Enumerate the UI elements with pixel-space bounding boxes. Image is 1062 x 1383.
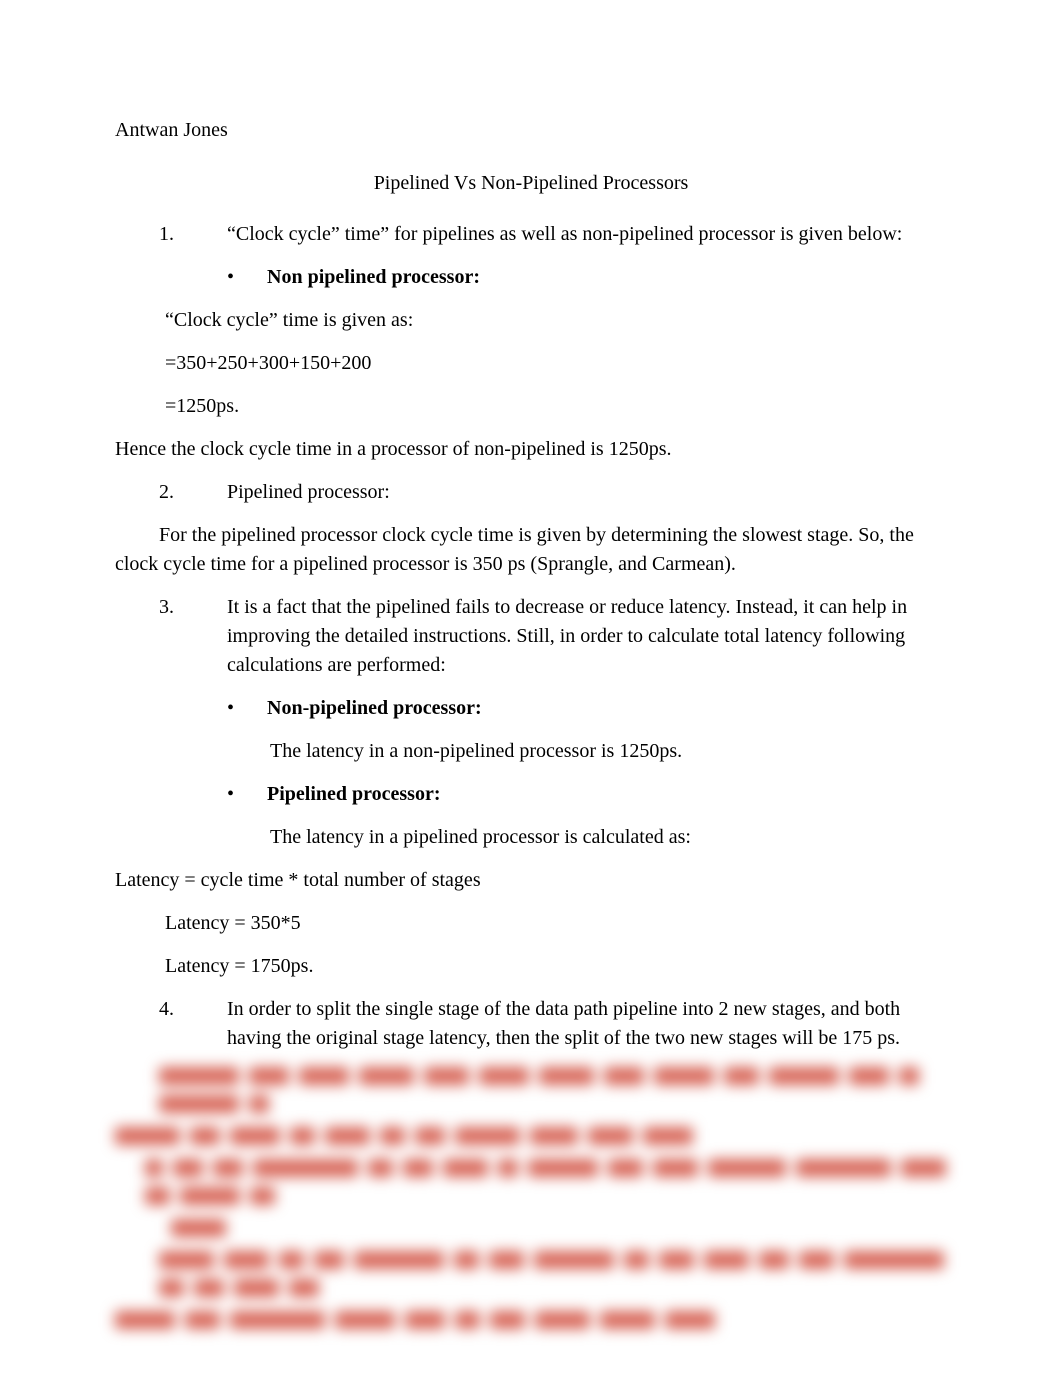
body-text: =350+250+300+150+200 [115, 349, 947, 378]
bullet-icon: • [227, 263, 267, 292]
blurred-content [115, 1067, 947, 1329]
bullet-label: Non-pipelined processor: [267, 694, 947, 723]
body-text: Latency = 350*5 [115, 909, 947, 938]
bullet-label: Pipelined processor: [267, 780, 947, 809]
list-number: 2. [115, 478, 227, 507]
body-text: Latency = 1750ps. [115, 952, 947, 981]
body-text: Latency = cycle time * total number of s… [115, 866, 947, 895]
author-name: Antwan Jones [115, 116, 947, 145]
bullet-icon: • [227, 780, 267, 809]
bullet-label: Non pipelined processor: [267, 263, 947, 292]
list-number: 4. [115, 995, 227, 1053]
list-item-4: 4. In order to split the single stage of… [115, 995, 947, 1053]
body-text: The latency in a pipelined processor is … [115, 823, 947, 852]
body-text: =1250ps. [115, 392, 947, 421]
list-item-3: 3. It is a fact that the pipelined fails… [115, 593, 947, 680]
list-text: In order to split the single stage of th… [227, 995, 947, 1053]
list-text: “Clock cycle” time” for pipelines as wel… [227, 220, 947, 249]
document-title: Pipelined Vs Non-Pipelined Processors [115, 169, 947, 198]
body-text: Hence the clock cycle time in a processo… [115, 435, 947, 464]
body-text: “Clock cycle” time is given as: [115, 306, 947, 335]
body-text: For the pipelined processor clock cycle … [115, 521, 947, 579]
list-number: 3. [115, 593, 227, 680]
bullet-icon: • [227, 694, 267, 723]
list-number: 1. [115, 220, 227, 249]
bullet-item: • Pipelined processor: [115, 780, 947, 809]
list-item-1: 1. “Clock cycle” time” for pipelines as … [115, 220, 947, 249]
bullet-item: • Non pipelined processor: [115, 263, 947, 292]
list-text: It is a fact that the pipelined fails to… [227, 593, 947, 680]
bullet-item: • Non-pipelined processor: [115, 694, 947, 723]
body-text: The latency in a non-pipelined processor… [115, 737, 947, 766]
list-text: Pipelined processor: [227, 478, 947, 507]
list-item-2: 2. Pipelined processor: [115, 478, 947, 507]
document-page: Antwan Jones Pipelined Vs Non-Pipelined … [0, 0, 1062, 1383]
